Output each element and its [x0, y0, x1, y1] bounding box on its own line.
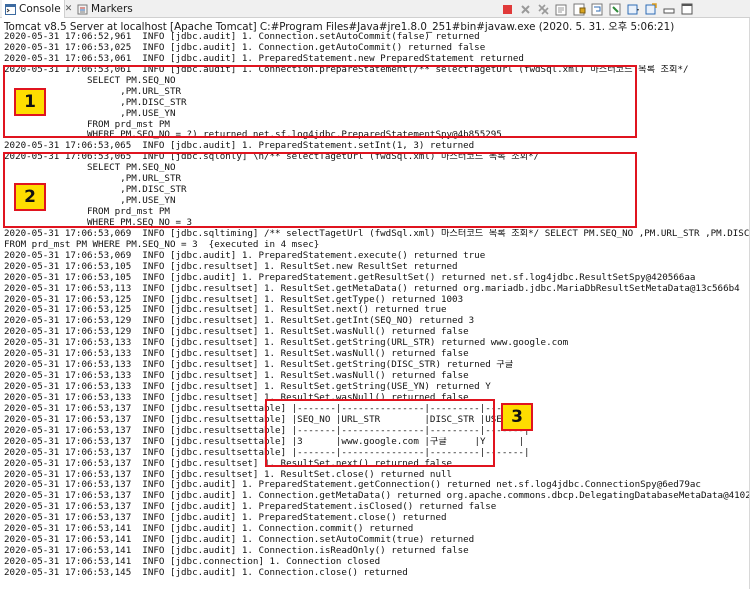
clear-console-icon[interactable] [554, 2, 569, 17]
pin-console-icon[interactable] [608, 2, 623, 17]
log-line: 2020-05-31 17:06:53,137 INFO [jdbc.audit… [4, 513, 447, 524]
close-icon[interactable]: ✕ [65, 4, 73, 14]
log-line: 2020-05-31 17:06:53,141 INFO [jdbc.audit… [4, 546, 469, 557]
annotation-box-3 [265, 399, 495, 467]
log-line: 2020-05-31 17:06:53,113 INFO [jdbc.resul… [4, 283, 740, 294]
minimize-icon[interactable] [662, 2, 677, 17]
tab-markers[interactable]: Markers [74, 0, 133, 18]
log-line: 2020-05-31 17:06:53,133 INFO [jdbc.resul… [4, 382, 491, 392]
open-console-icon[interactable] [644, 2, 659, 17]
log-line: 2020-05-31 17:06:53,137 INFO [jdbc.audit… [4, 502, 497, 513]
display-selected-console-icon[interactable] [626, 2, 641, 17]
log-line: 2020-05-31 17:06:53,137 INFO [jdbc.resul… [4, 469, 453, 480]
log-line: 2020-05-31 17:06:53,025 INFO [jdbc.audit… [4, 42, 486, 53]
terminate-icon[interactable] [500, 2, 515, 17]
log-line: 2020-05-31 17:06:53,069 INFO [jdbc.audit… [4, 250, 486, 261]
log-line: 2020-05-31 17:06:53,105 INFO [jdbc.audit… [4, 272, 696, 283]
log-line: 2020-05-31 17:06:53,061 INFO [jdbc.audit… [4, 53, 524, 64]
tab-console[interactable]: Console ✕ [2, 0, 72, 18]
log-line: 2020-05-31 17:06:53,065 INFO [jdbc.audit… [4, 141, 475, 152]
log-line: 2020-05-31 17:06:53,141 INFO [jdbc.audit… [4, 535, 475, 546]
log-line: 2020-05-31 17:06:53,129 INFO [jdbc.resul… [4, 316, 475, 327]
log-line: 2020-05-31 17:06:53,125 INFO [jdbc.resul… [4, 305, 447, 316]
log-line: 2020-05-31 17:06:53,105 INFO [jdbc.resul… [4, 261, 458, 272]
annotation-box-1 [3, 65, 637, 138]
remove-all-icon[interactable] [536, 2, 551, 17]
log-line: 2020-05-31 17:06:53,125 INFO [jdbc.resul… [4, 294, 464, 305]
console-toolbar [500, 2, 695, 17]
log-line: 2020-05-31 17:06:53,133 INFO [jdbc.resul… [4, 338, 569, 349]
remove-launch-icon[interactable] [518, 2, 533, 17]
log-line: 2020-05-31 17:06:53,069 INFO [jdbc.sqlti… [4, 228, 750, 239]
scroll-lock-icon[interactable] [572, 2, 587, 17]
annotation-box-2 [3, 152, 637, 228]
log-line: 2020-05-31 17:06:53,141 INFO [jdbc.audit… [4, 524, 414, 535]
log-line: 2020-05-31 17:06:53,133 INFO [jdbc.resul… [4, 371, 469, 382]
tab-markers-label: Markers [91, 3, 133, 15]
log-line: FROM prd_mst PM WHERE PM.SEQ_NO = 3 {exe… [4, 239, 320, 250]
tab-console-label: Console [19, 3, 61, 15]
console-view-tabbar: Console ✕ Markers [0, 0, 750, 18]
log-line: 2020-05-31 17:06:52,961 INFO [jdbc.audit… [4, 32, 480, 42]
annotation-badge-2: 2 [14, 183, 46, 211]
console-icon [5, 3, 16, 15]
word-wrap-icon[interactable] [590, 2, 605, 17]
log-line: 2020-05-31 17:06:53,145 INFO [jdbc.audit… [4, 567, 408, 578]
maximize-icon[interactable] [680, 2, 695, 17]
log-line: 2020-05-31 17:06:53,133 INFO [jdbc.resul… [4, 349, 469, 360]
annotation-badge-3: 3 [501, 403, 533, 431]
annotation-badge-1: 1 [14, 88, 46, 116]
log-line: 2020-05-31 17:06:53,129 INFO [jdbc.resul… [4, 327, 469, 338]
log-line: 2020-05-31 17:06:53,137 INFO [jdbc.audit… [4, 491, 750, 502]
markers-icon [77, 4, 88, 15]
log-line: 2020-05-31 17:06:53,133 INFO [jdbc.resul… [4, 360, 514, 371]
log-line: 2020-05-31 17:06:53,141 INFO [jdbc.conne… [4, 557, 381, 567]
log-line: 2020-05-31 17:06:53,137 INFO [jdbc.audit… [4, 480, 701, 491]
